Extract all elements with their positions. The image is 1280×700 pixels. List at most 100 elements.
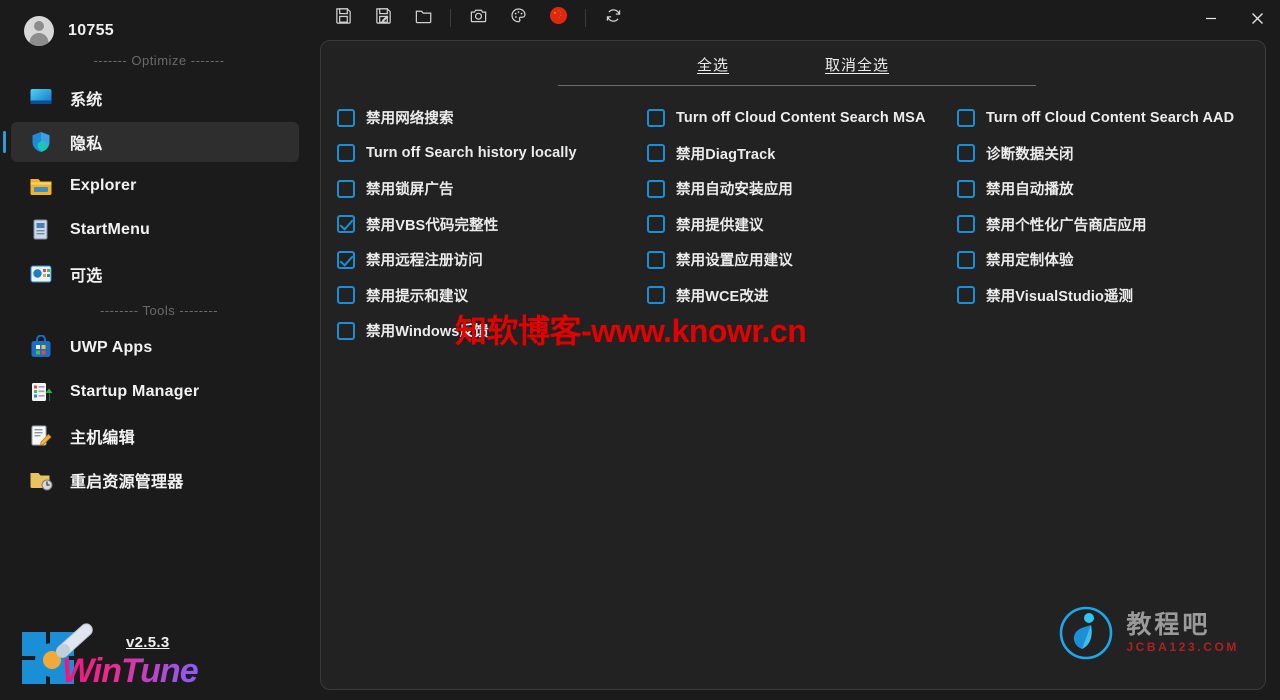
checkbox-label: 禁用DiagTrack [676, 146, 776, 163]
checkbox-column-3: Turn off Cloud Content Search AAD 诊断数据关闭… [957, 100, 1257, 349]
toolbar-divider-2 [585, 9, 586, 27]
sidebar-item-restart-explorer[interactable]: 重启资源管理器 [11, 460, 299, 500]
jcba-logo-icon [1060, 606, 1113, 660]
sidebar-item-label: 可选 [70, 268, 103, 285]
user-profile[interactable]: 10755 [0, 0, 310, 48]
refresh-button[interactable] [593, 3, 633, 33]
sidebar-item-startmenu[interactable]: StartMenu [11, 210, 299, 250]
app-version[interactable]: v2.5.3 [126, 634, 170, 651]
checkbox-label: Turn off Cloud Content Search MSA [676, 109, 926, 126]
sidebar-item-privacy[interactable]: 隐私 [3, 122, 299, 162]
checkbox[interactable] [647, 179, 665, 198]
sidebar-item-label: 主机编辑 [70, 430, 135, 447]
refresh-icon [604, 6, 623, 30]
checkbox-row[interactable]: 禁用自动播放 [957, 171, 1257, 207]
folder-icon [28, 173, 54, 199]
checkbox-label: 禁用VisualStudio遥测 [986, 288, 1134, 305]
site-logo-text: 教程吧 JCBA123.COM [1126, 611, 1239, 654]
checkbox[interactable] [647, 144, 665, 163]
checkbox[interactable] [337, 321, 355, 340]
sidebar-item-startup-manager[interactable]: Startup Manager [11, 372, 299, 412]
hosts-edit-icon [28, 423, 54, 449]
window-controls [1188, 0, 1280, 36]
camera-icon [469, 6, 488, 30]
checkbox-row[interactable]: 禁用VisualStudio遥测 [957, 278, 1257, 314]
checkbox-row[interactable]: Turn off Cloud Content Search AAD [957, 100, 1257, 136]
checkbox-row[interactable]: 禁用个性化广告商店应用 [957, 207, 1257, 243]
checkbox-row[interactable]: Turn off Cloud Content Search MSA [647, 100, 957, 136]
checkbox-label: 禁用提供建议 [676, 217, 764, 234]
language-button[interactable] [538, 3, 578, 33]
checkbox[interactable] [647, 250, 665, 269]
deselect-all-link[interactable]: 取消全选 [825, 54, 889, 75]
sidebar-item-label: Startup Manager [70, 383, 200, 400]
monitor-icon [28, 85, 54, 111]
checkbox-row[interactable]: 禁用设置应用建议 [647, 242, 957, 278]
checkbox[interactable] [957, 215, 975, 234]
minimize-button[interactable] [1188, 0, 1234, 36]
sidebar-item-label: Explorer [70, 177, 137, 194]
checkbox-label: 禁用Windows反馈 [366, 324, 489, 341]
sidebar-item-uwp-apps[interactable]: UWP Apps [11, 328, 299, 368]
sidebar-item-system[interactable]: 系统 [11, 78, 299, 118]
checkbox[interactable] [957, 108, 975, 127]
checkbox-label: 禁用VBS代码完整性 [366, 217, 499, 234]
checkbox[interactable] [957, 250, 975, 269]
checkbox-label: 禁用定制体验 [986, 253, 1074, 270]
checkbox-row[interactable]: 禁用提供建议 [647, 207, 957, 243]
checkbox[interactable] [957, 144, 975, 163]
checkbox[interactable] [337, 179, 355, 198]
site-logo-cn: 教程吧 [1126, 611, 1211, 639]
checkbox-row[interactable]: 禁用锁屏广告 [337, 171, 647, 207]
panel-header: 全选 取消全选 [321, 41, 1265, 86]
screenshot-button[interactable] [458, 3, 498, 33]
checkbox[interactable] [337, 144, 355, 163]
checkbox-row[interactable]: 禁用定制体验 [957, 242, 1257, 278]
checkbox[interactable] [957, 179, 975, 198]
close-button[interactable] [1234, 0, 1280, 36]
sidebar-group-tools: -------- Tools -------- [99, 303, 219, 318]
checkbox-grid: 禁用网络搜索 Turn off Search history locally 禁… [321, 86, 1265, 349]
checkbox-row[interactable]: 诊断数据关闭 [957, 136, 1257, 172]
checkbox[interactable] [337, 250, 355, 269]
checkbox-row[interactable]: 禁用自动安装应用 [647, 171, 957, 207]
startmenu-icon [28, 217, 54, 243]
checkbox-row[interactable]: 禁用远程注册访问 [337, 242, 647, 278]
sidebar-item-explorer[interactable]: Explorer [11, 166, 299, 206]
checkbox[interactable] [337, 108, 355, 127]
site-logo-en: JCBA123.COM [1126, 640, 1239, 654]
app-brand: v2.5.3 WinTune [18, 614, 268, 694]
shield-icon [28, 129, 54, 155]
checkbox[interactable] [647, 286, 665, 305]
selection-actions: 全选 取消全选 [321, 41, 1265, 75]
sidebar-item-hosts-editor[interactable]: 主机编辑 [11, 416, 299, 456]
theme-button[interactable] [498, 3, 538, 33]
titlebar [310, 0, 1280, 36]
open-folder-button[interactable] [403, 3, 443, 33]
checkbox-row[interactable]: Turn off Search history locally [337, 136, 647, 172]
app-brand-name: WinTune [62, 652, 199, 690]
sidebar-item-label: UWP Apps [70, 339, 153, 356]
sidebar-item-optional[interactable]: 可选 [11, 254, 299, 294]
checkbox-label: 禁用网络搜索 [366, 111, 454, 128]
checkbox-label: Turn off Search history locally [366, 145, 577, 162]
checkbox-row[interactable]: 禁用Windows反馈 [337, 313, 647, 349]
sidebar-item-label: 系统 [70, 92, 103, 109]
checkbox-row[interactable]: 禁用WCE改进 [647, 278, 957, 314]
checkbox[interactable] [647, 108, 665, 127]
save-button[interactable] [323, 3, 363, 33]
checkbox[interactable] [957, 286, 975, 305]
checkbox-row[interactable]: 禁用VBS代码完整性 [337, 207, 647, 243]
save-as-button[interactable] [363, 3, 403, 33]
checkbox-row[interactable]: 禁用DiagTrack [647, 136, 957, 172]
restart-explorer-icon [28, 467, 54, 493]
checkbox-label: 禁用远程注册访问 [366, 253, 483, 270]
sidebar-item-label: 重启资源管理器 [70, 474, 184, 491]
checkbox[interactable] [337, 215, 355, 234]
select-all-link[interactable]: 全选 [697, 54, 729, 75]
checkbox-row[interactable]: 禁用提示和建议 [337, 278, 647, 314]
checkbox-label: 禁用个性化广告商店应用 [986, 217, 1147, 234]
checkbox[interactable] [647, 215, 665, 234]
checkbox-row[interactable]: 禁用网络搜索 [337, 100, 647, 136]
checkbox[interactable] [337, 286, 355, 305]
